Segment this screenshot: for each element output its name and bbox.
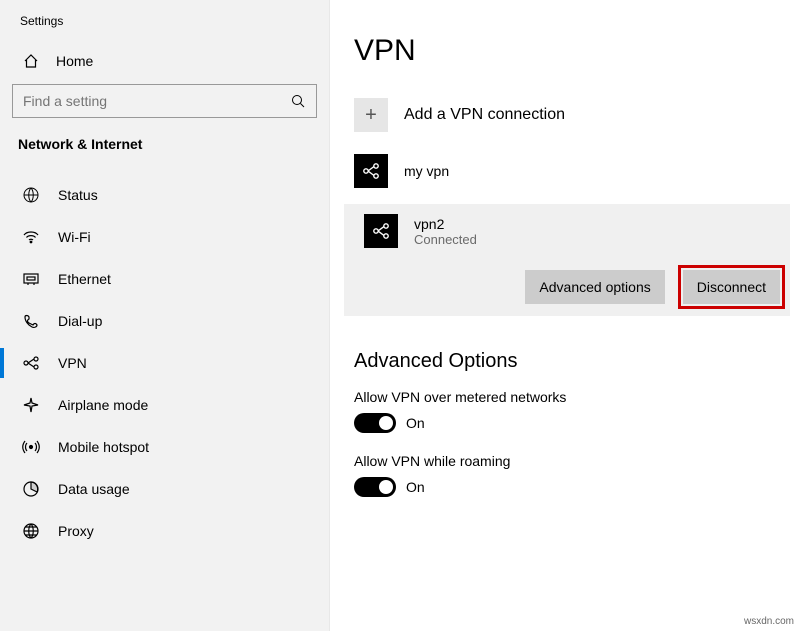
sidebar-item-label: VPN [58, 355, 87, 371]
vpn-connection-icon [354, 154, 388, 188]
disconnect-button[interactable]: Disconnect [683, 270, 780, 304]
sidebar-item-label: Wi-Fi [58, 229, 91, 245]
datausage-icon [22, 480, 40, 498]
sidebar-item-label: Mobile hotspot [58, 439, 149, 455]
sidebar-item-ethernet[interactable]: Ethernet [0, 258, 329, 300]
sidebar-item-label: Proxy [58, 523, 94, 539]
sidebar-item-label: Airplane mode [58, 397, 148, 413]
home-icon [22, 52, 40, 70]
sidebar-item-airplane[interactable]: Airplane mode [0, 384, 329, 426]
watermark: wsxdn.com [744, 616, 794, 627]
vpn-selected-card[interactable]: vpn2 Connected Advanced options Disconne… [344, 204, 790, 316]
search-box[interactable] [12, 84, 317, 118]
advanced-options-button[interactable]: Advanced options [525, 270, 664, 304]
vpn-selected-name: vpn2 [414, 216, 477, 232]
sidebar-item-label: Ethernet [58, 271, 111, 287]
main-panel: VPN + Add a VPN connection my vpn vpn2 C… [330, 0, 800, 631]
sidebar-item-datausage[interactable]: Data usage [0, 468, 329, 510]
ethernet-icon [22, 270, 40, 288]
metered-state: On [406, 415, 425, 431]
search-input[interactable] [23, 93, 290, 109]
sidebar-item-label: Dial-up [58, 313, 102, 329]
sidebar-item-vpn[interactable]: VPN [0, 342, 329, 384]
add-vpn-label: Add a VPN connection [404, 106, 565, 124]
sidebar: Settings Home Network & Internet Status [0, 0, 330, 631]
vpn-connection-icon [364, 214, 398, 248]
roaming-state: On [406, 479, 425, 495]
airplane-icon [22, 396, 40, 414]
dialup-icon [22, 312, 40, 330]
sidebar-item-label: Status [58, 187, 98, 203]
add-vpn-button[interactable]: + Add a VPN connection [354, 94, 800, 148]
category-heading: Network & Internet [0, 136, 329, 174]
proxy-icon [22, 522, 40, 540]
sidebar-item-dialup[interactable]: Dial-up [0, 300, 329, 342]
search-icon [290, 93, 306, 109]
vpn-item-myvpn[interactable]: my vpn [354, 148, 800, 194]
vpn-selected-status: Connected [414, 232, 477, 247]
metered-label: Allow VPN over metered networks [354, 389, 800, 405]
wifi-icon [22, 228, 40, 246]
sidebar-item-label: Data usage [58, 481, 130, 497]
home-button[interactable]: Home [0, 42, 329, 84]
vpn-item-label: my vpn [404, 163, 449, 179]
roaming-toggle[interactable] [354, 477, 396, 497]
sidebar-item-hotspot[interactable]: Mobile hotspot [0, 426, 329, 468]
metered-toggle[interactable] [354, 413, 396, 433]
sidebar-item-status[interactable]: Status [0, 174, 329, 216]
plus-icon: + [354, 98, 388, 132]
status-icon [22, 186, 40, 204]
window-title: Settings [0, 8, 329, 42]
roaming-label: Allow VPN while roaming [354, 453, 800, 469]
advanced-options-heading: Advanced Options [354, 350, 800, 373]
hotspot-icon [22, 438, 40, 456]
page-title: VPN [354, 34, 800, 68]
vpn-icon [22, 354, 40, 372]
sidebar-item-proxy[interactable]: Proxy [0, 510, 329, 552]
sidebar-item-wifi[interactable]: Wi-Fi [0, 216, 329, 258]
home-label: Home [56, 53, 93, 69]
